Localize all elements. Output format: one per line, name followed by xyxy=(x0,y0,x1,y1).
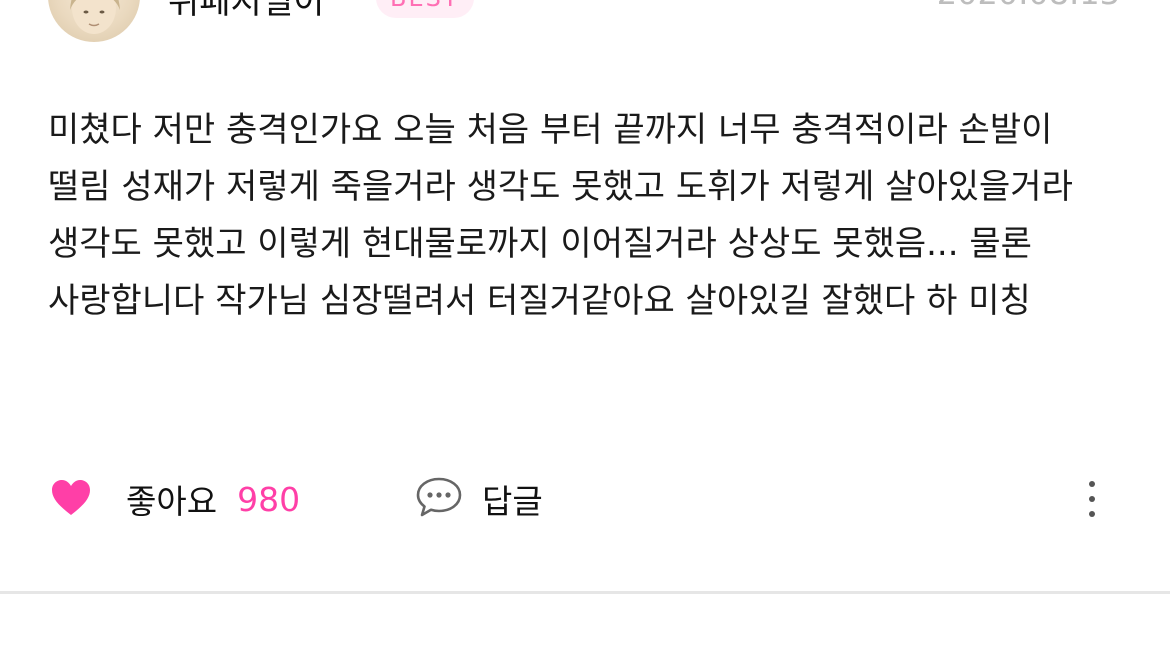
comment-body: 미쳤다 저만 충격인가요 오늘 처음 부터 끝까지 너무 충격적이라 손발이 떨… xyxy=(48,110,1073,321)
like-label: 좋아요 xyxy=(126,482,218,521)
divider xyxy=(0,591,1170,594)
heart-icon xyxy=(50,478,92,520)
like-button[interactable]: 좋아요 980 xyxy=(50,470,300,528)
avatar[interactable] xyxy=(48,0,140,42)
comment-actions: 좋아요 980 답글 xyxy=(0,470,1170,528)
more-options-button[interactable] xyxy=(1076,476,1108,522)
comment-card: 뷔페지렬이 BEST 2020.08.13 미쳤다 저만 충격인가요 오늘 처음… xyxy=(0,0,1170,650)
avatar-image xyxy=(70,0,120,34)
best-badge: BEST xyxy=(376,0,474,18)
comment-date: 2020.08.13 xyxy=(937,0,1120,12)
username[interactable]: 뷔페지렬이 xyxy=(168,0,324,23)
like-count: 980 xyxy=(237,479,301,519)
reply-button[interactable]: 답글 xyxy=(414,470,543,528)
reply-label: 답글 xyxy=(482,482,543,521)
more-vertical-icon xyxy=(1076,481,1108,526)
speech-bubble-icon xyxy=(414,475,464,523)
